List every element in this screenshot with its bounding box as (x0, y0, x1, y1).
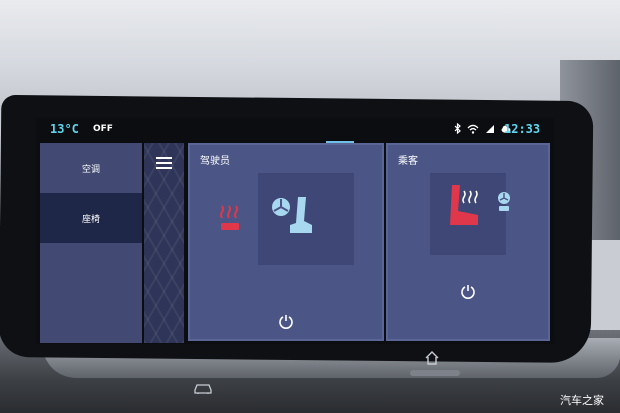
status-bar: 13°C OFF 12:33 (36, 118, 554, 140)
passenger-panel-title: 乘客 (398, 156, 418, 167)
driver-seat-ventilation-icon[interactable] (268, 195, 314, 237)
driver-power-icon[interactable] (278, 313, 294, 329)
home-icon[interactable] (424, 350, 440, 365)
menu-strip (144, 143, 184, 343)
sidebar-menu: 空调 座椅 (40, 143, 142, 343)
car-icon[interactable] (193, 380, 213, 394)
sidebar-item-label: 座椅 (81, 214, 100, 225)
signal-icon (485, 124, 495, 137)
temperature-readout[interactable]: 13°C (50, 122, 79, 136)
status-icons (454, 122, 511, 137)
passenger-seat-heat-icon[interactable] (446, 183, 486, 227)
passenger-seat-panel: 乘客 (386, 143, 550, 341)
hamburger-menu-icon[interactable] (156, 157, 172, 169)
watermark: 汽车之家 (560, 394, 604, 407)
infotainment-screen: 13°C OFF 12:33 空调 座椅 驾驶员 乘客 (36, 118, 554, 344)
sidebar-item-label: 空调 (81, 164, 100, 175)
wifi-icon (467, 124, 479, 137)
driver-seat-heat-icon[interactable] (218, 203, 244, 233)
passenger-seat-ventilation-icon[interactable] (496, 191, 512, 213)
background-ceiling (0, 0, 620, 110)
passenger-power-icon[interactable] (460, 283, 476, 299)
sidebar-item-seat[interactable]: 座椅 (40, 193, 142, 243)
driver-seat-panel: 驾驶员 (188, 143, 384, 341)
home-button[interactable] (410, 370, 460, 376)
sidebar-item-climate[interactable]: 空调 (40, 143, 142, 193)
driver-panel-title: 驾驶员 (200, 156, 230, 167)
clock: 12:33 (504, 122, 541, 136)
bluetooth-icon (454, 122, 461, 137)
ac-state[interactable]: OFF (93, 124, 113, 134)
